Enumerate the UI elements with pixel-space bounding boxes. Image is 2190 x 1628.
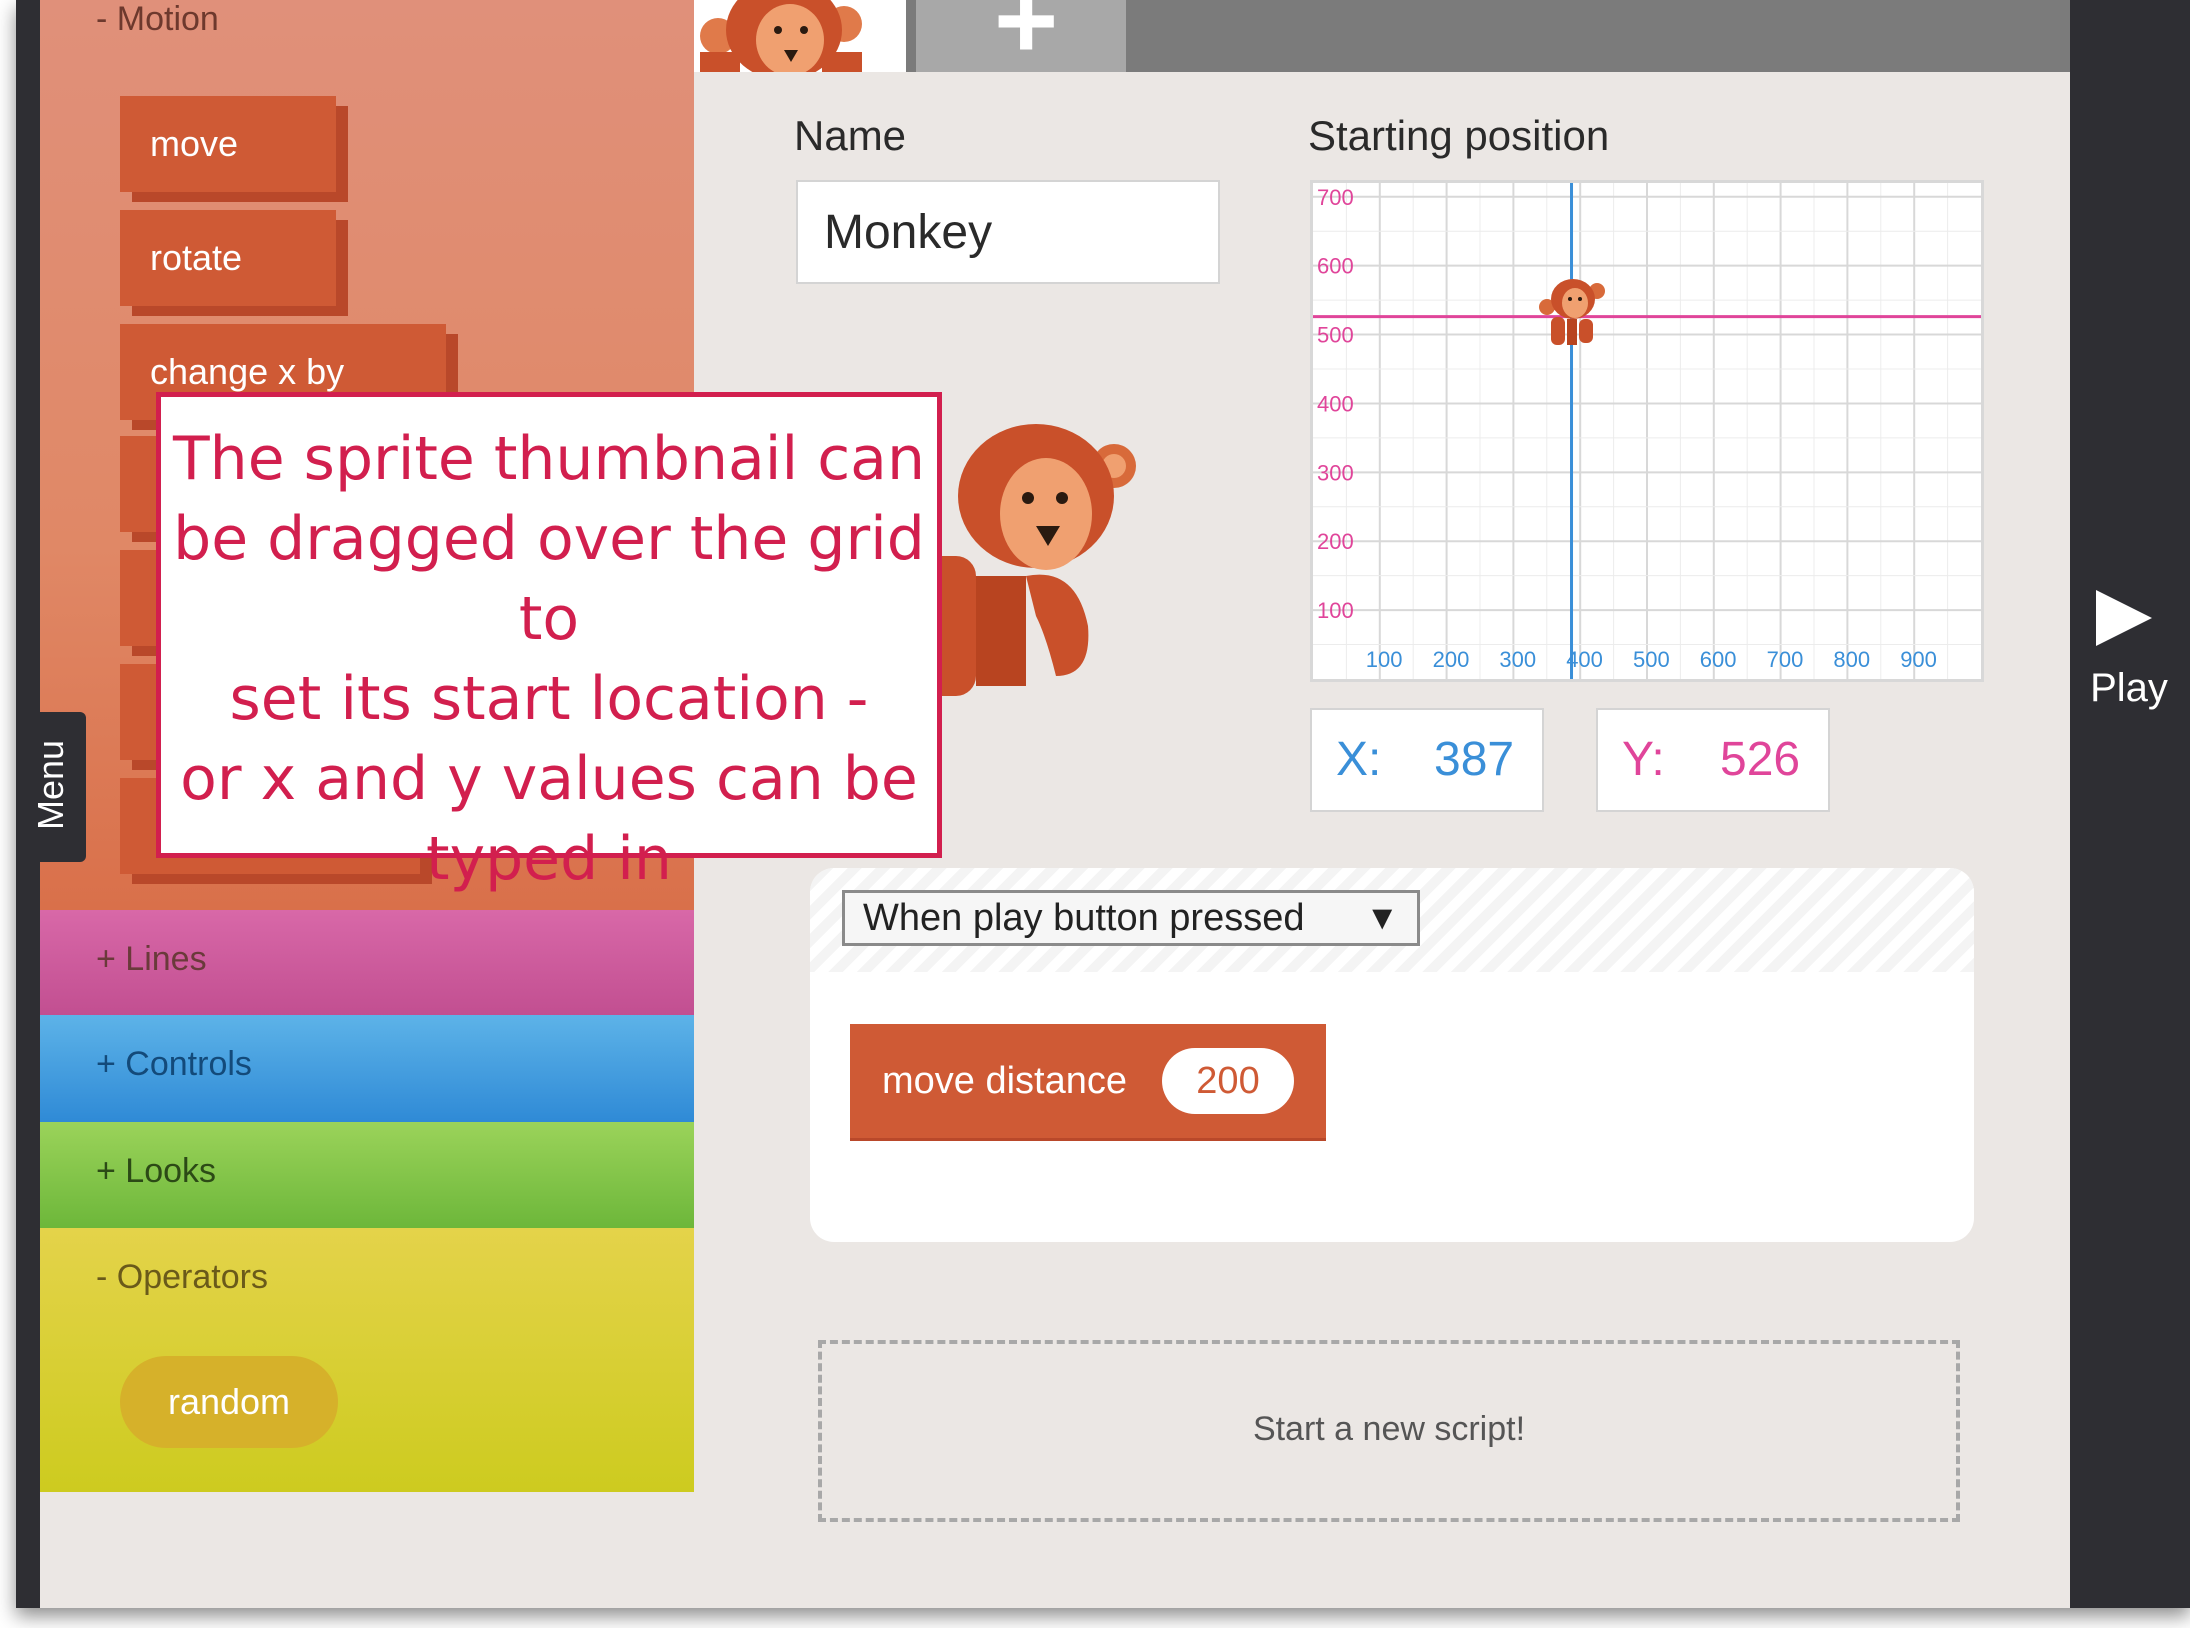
new-script-label: Start a new script! [1252, 1410, 1526, 1448]
y-tick-label: 500 [1317, 323, 1354, 348]
controls-category[interactable]: + Controls [40, 1015, 710, 1122]
x-tick-label: 800 [1833, 647, 1870, 672]
trigger-dropdown[interactable]: When play button pressed ▼ [842, 890, 1420, 946]
operators-category-label: - Operators [96, 1258, 268, 1296]
y-label: Y: [1622, 733, 1665, 786]
trigger-dropdown-value: When play button pressed [863, 897, 1305, 939]
y-coordinate-field[interactable]: Y: 526 [1596, 708, 1830, 812]
sprite-preview-image [916, 424, 1136, 696]
y-tick-label: 200 [1317, 529, 1354, 554]
script-card: When play button pressed ▼ move distance… [810, 868, 1974, 1242]
x-coordinate-field[interactable]: X: 387 [1310, 708, 1544, 812]
lines-category-label: + Lines [96, 940, 207, 978]
plus-icon: + [994, 0, 1059, 82]
play-label: Play [2090, 666, 2168, 710]
add-sprite-tab[interactable]: + [916, 0, 1126, 76]
move-distance-input[interactable]: 200 [1162, 1048, 1294, 1114]
menu-tab[interactable]: Menu [16, 712, 86, 862]
lines-category[interactable]: + Lines [40, 910, 710, 1015]
script-header: When play button pressed ▼ [810, 868, 1974, 972]
monkey-thumbnail-icon [700, 0, 862, 72]
x-tick-label: 100 [1366, 647, 1403, 672]
y-tick-label: 300 [1317, 460, 1354, 485]
y-tick-label: 100 [1317, 598, 1354, 623]
position-grid-chart: 100 200 300 400 500 600 700 800 9001002003004005… [1313, 183, 1981, 679]
play-button[interactable]: Play [2074, 580, 2184, 720]
sprite-thumbnail-draggable[interactable] [1537, 277, 1607, 347]
y-value[interactable]: 526 [1720, 710, 1800, 810]
x-tick-label: 600 [1700, 647, 1737, 672]
x-tick-label: 500 [1633, 647, 1670, 672]
y-tick-label: 700 [1317, 185, 1354, 210]
looks-category-label: + Looks [96, 1152, 217, 1190]
looks-category[interactable]: + Looks [40, 1122, 710, 1228]
motion-category-title[interactable]: - Motion [96, 0, 219, 39]
play-icon [2096, 590, 2152, 646]
random-block[interactable]: random [120, 1356, 338, 1448]
app-window: - Motion move rotate change x by + Lines… [16, 0, 2190, 1608]
x-tick-label: 200 [1433, 647, 1470, 672]
rotate-block[interactable]: rotate [120, 210, 336, 306]
menu-label: Menu [30, 739, 71, 831]
x-label: X: [1336, 733, 1382, 786]
sprite-name-input[interactable] [796, 180, 1220, 284]
controls-category-label: + Controls [96, 1045, 252, 1083]
x-tick-label: 900 [1900, 647, 1937, 672]
callout-text: The sprite thumbnail can be dragged over… [173, 424, 925, 894]
annotation-callout: The sprite thumbnail can be dragged over… [156, 392, 942, 894]
position-grid[interactable]: 100 200 300 400 500 600 700 800 900 100 200 300 400 5… [1310, 180, 1984, 682]
operators-category[interactable]: - Operators random [40, 1228, 710, 1492]
dropdown-arrow-icon: ▼ [1365, 899, 1399, 937]
starting-position-label: Starting position [1308, 112, 1610, 159]
move-block[interactable]: move [120, 96, 336, 192]
move-distance-block[interactable]: move distance 200 [850, 1024, 1326, 1138]
sprite-tabbar: + [694, 0, 2070, 76]
x-tick-label: 300 [1499, 647, 1536, 672]
move-distance-label: move distance [882, 1060, 1128, 1102]
new-script-dropzone[interactable]: Start a new script! [818, 1340, 1960, 1522]
x-value[interactable]: 387 [1434, 710, 1514, 810]
y-tick-label: 400 [1317, 391, 1354, 416]
x-tick-label: 700 [1767, 647, 1804, 672]
y-tick-label: 600 [1317, 254, 1354, 279]
name-label: Name [794, 112, 907, 159]
sprite-tab-monkey[interactable] [694, 0, 906, 72]
